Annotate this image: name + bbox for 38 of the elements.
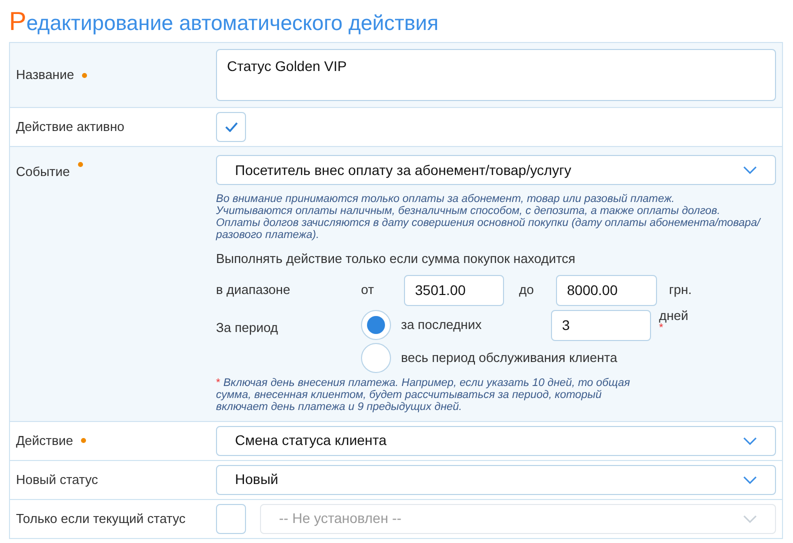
name-field[interactable]: Статус Golden VIP (216, 49, 776, 101)
radio-button[interactable] (361, 342, 391, 372)
to-label: до (518, 281, 535, 300)
field-label: Событие (16, 163, 70, 181)
radio-label: за последних (401, 316, 483, 334)
range-label: в диапазоне (216, 281, 292, 300)
chevron-down-icon (743, 476, 757, 484)
dropdown[interactable]: Новый (216, 464, 776, 494)
field-label: Только если текущий статус (16, 510, 186, 528)
from-label: от (361, 281, 375, 300)
radio-label: весь период обслуживания клиента (401, 348, 618, 367)
dropdown[interactable]: Посетитель внес оплату за абонемент/товар/услугу (216, 155, 776, 185)
footnote: * Включая день внесения платежа. Например, если указать 10 дней, то общая сумма, внесенная клиентом, будет рассчитываться за период, который включает день платежа и 9 предыдущих дней. (216, 376, 631, 412)
days-label: дней (659, 309, 688, 322)
page-title: Редактирование автоматического действия (9, 5, 440, 38)
chevron-down-icon (743, 436, 757, 444)
checkmark-icon (224, 122, 238, 132)
field-label: Название (16, 66, 74, 84)
radio-button[interactable] (361, 310, 391, 340)
dropdown[interactable]: Смена статуса клиента (216, 426, 776, 456)
from-amount-field[interactable]: 3501.00 (404, 274, 504, 306)
to-amount-field[interactable]: 8000.00 (556, 274, 657, 306)
chevron-down-icon (743, 514, 757, 522)
dropdown-value: -- Не установлен -- (279, 509, 402, 528)
field-label: Действие (16, 432, 74, 450)
chevron-down-icon (743, 166, 757, 174)
field-label: Действие активно (16, 118, 124, 136)
dropdown-value: Смена статуса клиента (235, 431, 387, 450)
currency-label: грн. (669, 281, 692, 300)
field-label: Новый статус (16, 470, 98, 489)
checkbox[interactable] (216, 112, 246, 142)
info-note: Во внимание принимаются только оплаты за абонемент, товар или разовый платеж. Учитываются оплаты наличным, безналичным способом, с депозита, а также оплаты долгов. Оплаты долгов зачисляются в дату совершения основной покупки (дату оплаты абонемента/товара/ разового платежа). (216, 193, 762, 241)
dropdown-value: Новый (235, 470, 278, 489)
required-mark: * (659, 322, 664, 335)
period-label: За период (216, 318, 279, 337)
days-field[interactable]: 3 (551, 310, 651, 340)
dropdown-value: Посетитель внес оплату за абонемент/товар/услугу (235, 160, 572, 180)
condition-text: Выполнять действие только если сумма покупок находится (216, 250, 576, 268)
